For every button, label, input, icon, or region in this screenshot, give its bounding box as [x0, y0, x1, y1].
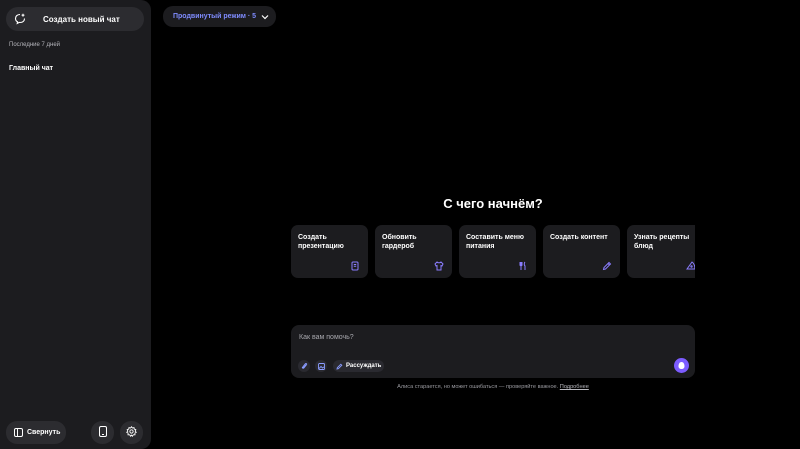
presentation-icon: [350, 261, 360, 271]
collapse-sidebar-button[interactable]: Свернуть: [6, 421, 66, 444]
pencil-icon: [602, 261, 612, 271]
suggestion-card-content[interactable]: Создать контент: [543, 225, 620, 278]
mode-selector[interactable]: Продвинутый режим · 5: [163, 6, 276, 27]
sidebar-panel-icon: [14, 424, 23, 442]
suggestion-card-wardrobe[interactable]: Обновить гардероб: [375, 225, 452, 278]
reason-label: Рассуждать: [346, 363, 382, 369]
sidebar: Создать новый чат Последние 7 дней Главн…: [0, 0, 151, 449]
new-chat-icon: [13, 12, 27, 26]
pencil-icon: [336, 357, 343, 375]
recent-section-title: Последние 7 дней: [9, 42, 61, 48]
pizza-icon: [686, 261, 695, 271]
alice-icon: [677, 357, 686, 375]
suggestion-card-recipes[interactable]: Узнать рецепты блюд: [627, 225, 695, 278]
suggestion-card-presentation[interactable]: Создать презентацию: [291, 225, 368, 278]
suggestion-cards: Создать презентацию Обновить гардероб Со…: [291, 225, 695, 278]
new-chat-button[interactable]: Создать новый чат: [6, 7, 144, 31]
suggestion-card-label: Узнать рецепты блюд: [634, 234, 690, 250]
suggestion-card-label: Создать презентацию: [298, 234, 344, 250]
prompt-input-box[interactable]: Как вам помочь? Рассуждать: [291, 325, 695, 378]
mobile-app-button[interactable]: [91, 421, 114, 444]
new-chat-label: Создать новый чат: [43, 14, 120, 24]
disclaimer-text: Алиса старается, но может ошибаться — пр…: [397, 384, 559, 390]
suggestion-card-label: Создать контент: [550, 234, 608, 241]
sidebar-bottom-bar: Свернуть: [6, 421, 66, 444]
image-tool-button[interactable]: [315, 360, 327, 372]
collapse-label: Свернуть: [27, 429, 61, 436]
chevron-down-icon: [261, 14, 269, 20]
disclaimer: Алиса старается, но может ошибаться — пр…: [291, 384, 695, 390]
attach-button[interactable]: [298, 360, 310, 372]
phone-icon: [98, 424, 107, 442]
suggestion-card-menu[interactable]: Составить меню питания: [459, 225, 536, 278]
settings-button[interactable]: [120, 421, 143, 444]
paperclip-icon: [301, 357, 308, 375]
image-icon: [317, 357, 325, 375]
gear-icon: [126, 424, 137, 442]
suggestion-card-label: Составить меню питания: [466, 234, 525, 250]
fork-knife-icon: [518, 261, 528, 271]
reason-toggle-button[interactable]: Рассуждать: [333, 360, 384, 372]
send-button[interactable]: [674, 358, 689, 373]
shirt-icon: [434, 261, 444, 271]
prompt-placeholder: Как вам помочь?: [299, 334, 354, 341]
mode-label: Продвинутый режим · 5: [173, 13, 257, 20]
chat-item-main[interactable]: Главный чат: [9, 65, 53, 72]
learn-more-link[interactable]: Подробнее: [560, 384, 589, 390]
page-title: С чего начнём?: [443, 196, 543, 211]
suggestion-card-label: Обновить гардероб: [382, 234, 417, 250]
